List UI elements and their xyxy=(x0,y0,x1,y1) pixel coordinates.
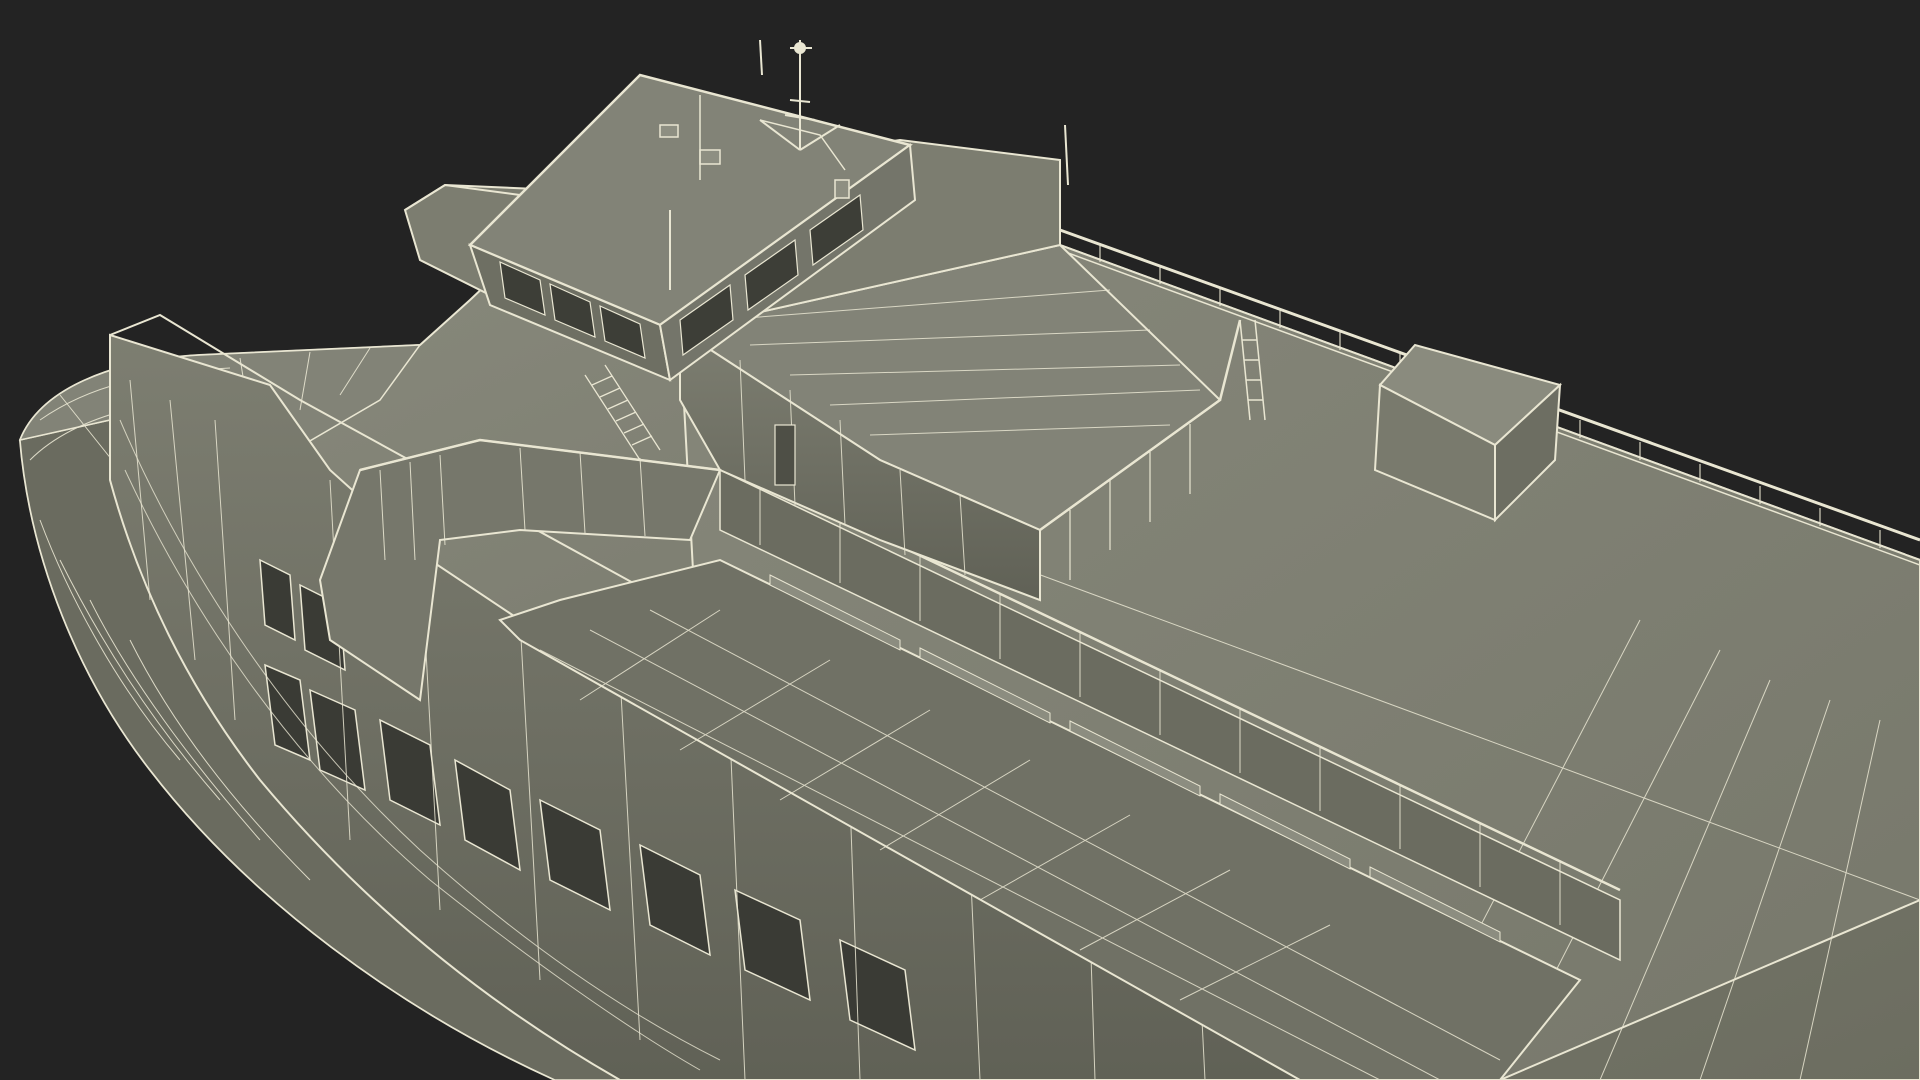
render-viewport xyxy=(0,0,1920,1080)
ship-wireframe-render xyxy=(18,39,1920,1080)
mid-deckhouse-door xyxy=(774,424,796,486)
